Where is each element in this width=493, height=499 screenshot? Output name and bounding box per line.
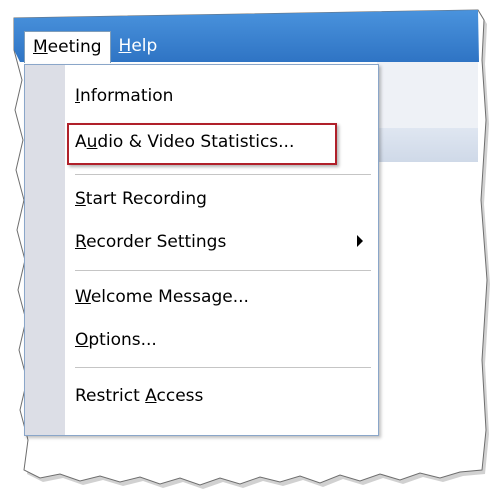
submenu-arrow-icon [357,235,363,247]
menu-item-mnemonic: R [75,232,87,252]
menubar-help-mnemonic: H [118,36,132,56]
menu-item-suffix: dio & Video Statistics... [97,132,295,152]
menu-separator [75,270,371,271]
menu-item-prefix: A [75,132,87,152]
menu-item-suffix: elcome Message... [90,287,249,307]
menu-item-prefix: Restrict [75,386,146,406]
menu-item-mnemonic: A [145,386,157,406]
menubar-meeting-mnemonic: M [33,36,48,57]
menubar-item-help[interactable]: Help [111,31,166,61]
menu-item-mnemonic: W [75,287,91,307]
menu-separator [75,367,371,368]
menu-item-suffix: tart Recording [85,189,207,209]
menu-item-welcome-message[interactable]: Welcome Message... [75,280,249,314]
menu-item-suffix: ecorder Settings [86,232,227,252]
menu-icon-gutter [25,65,65,435]
menu-item-recorder-settings[interactable]: Recorder Settings [75,225,226,259]
menu-item-mnemonic: u [86,132,98,152]
menu-item-restrict-access[interactable]: Restrict Access [75,379,203,413]
screenshot-stage: Meeting Help Information Audio & Video S… [0,0,493,499]
menubar-item-meeting[interactable]: Meeting [24,30,111,63]
menu-item-suffix: ptions... [88,330,157,350]
menu-item-suffix: ccess [156,386,204,406]
menu-separator [75,174,371,175]
menu-item-audio-video-statistics[interactable]: Audio & Video Statistics... [75,125,294,159]
menu-bar: Meeting Help [24,30,478,63]
menu-item-mnemonic: S [75,189,86,209]
menu-item-options[interactable]: Options... [75,323,157,357]
menu-item-start-recording[interactable]: Start Recording [75,182,207,216]
meeting-dropdown-menu: Information Audio & Video Statistics... … [24,64,379,436]
menu-item-suffix: nformation [80,86,174,106]
menu-item-mnemonic: O [75,330,89,350]
menubar-help-label: elp [131,36,158,56]
menubar-meeting-label: eeting [47,36,102,57]
menu-item-information[interactable]: Information [75,79,173,113]
